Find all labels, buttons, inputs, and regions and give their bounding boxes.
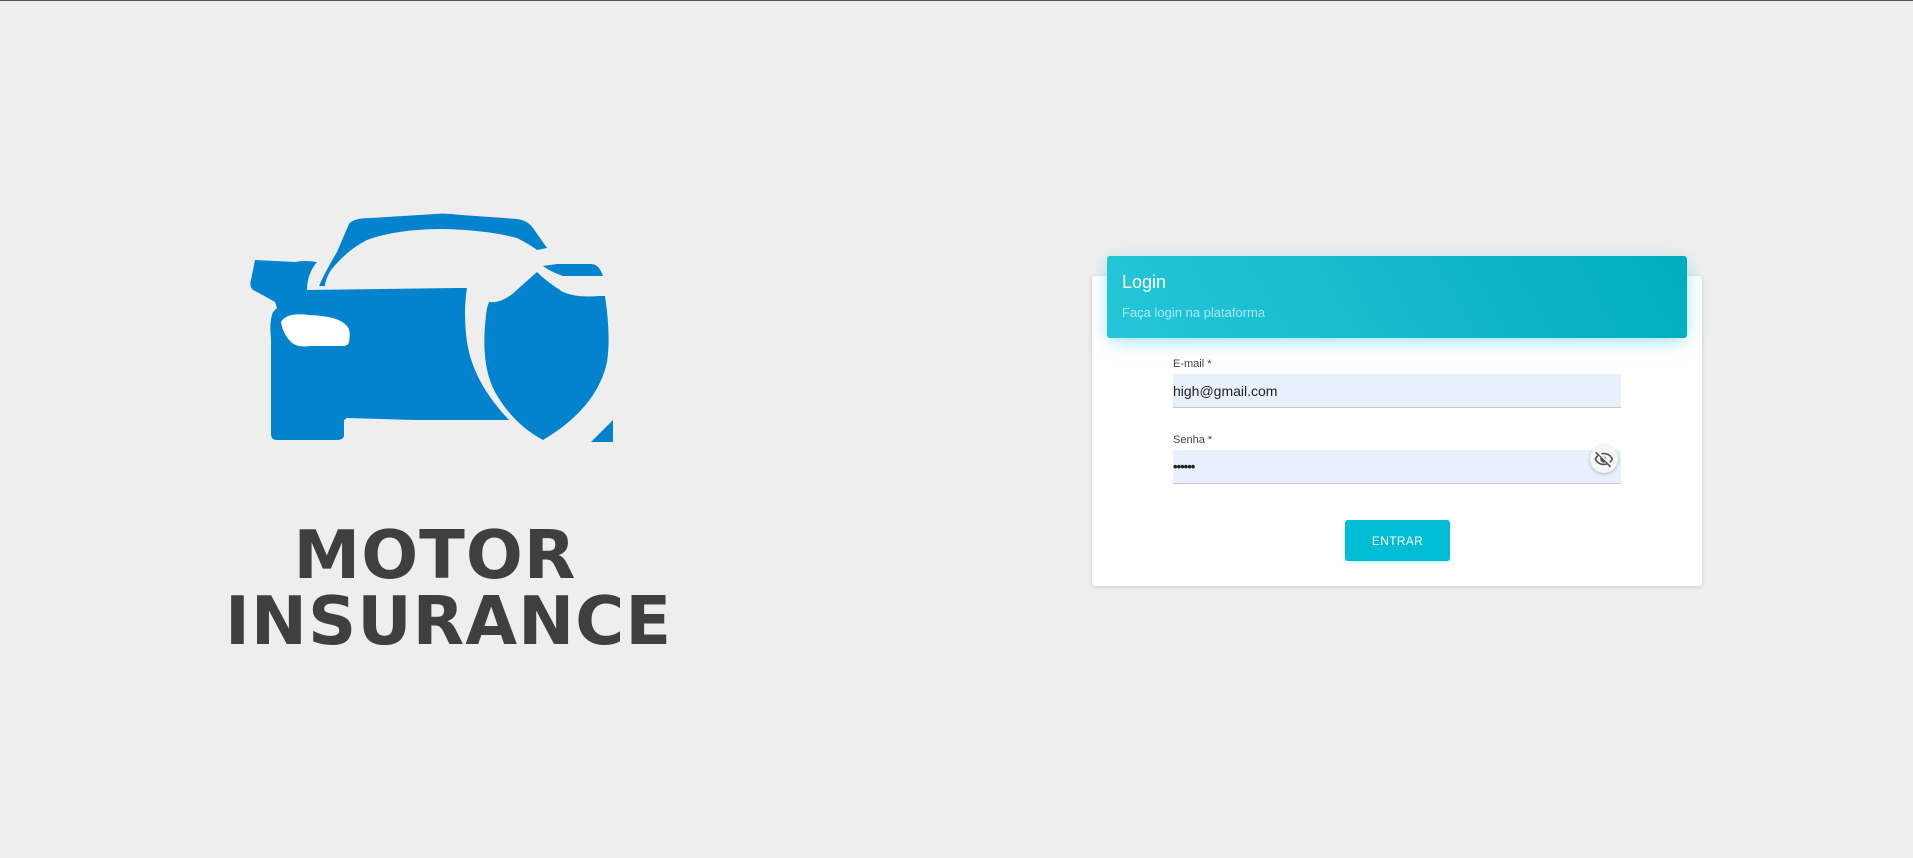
login-subtitle: Faça login na plataforma — [1122, 305, 1266, 320]
car-shield-icon — [250, 213, 613, 442]
login-title: Login — [1122, 272, 1167, 292]
email-field[interactable] — [1173, 374, 1621, 408]
email-label: E-mail * — [1173, 358, 1212, 370]
eye-off-icon — [1594, 451, 1614, 468]
login-card-header: Login Faça login na plataforma — [1107, 256, 1687, 338]
password-field[interactable]: •••••• — [1173, 450, 1621, 484]
brand-line-motor: MOTOR — [293, 516, 577, 594]
toggle-password-visibility-button[interactable] — [1590, 445, 1618, 473]
brand-area: MOTOR INSURANCE — [225, 210, 673, 660]
password-label: Senha * — [1173, 434, 1213, 446]
top-border — [0, 0, 1913, 1]
brand-line-insurance: INSURANCE — [225, 582, 673, 660]
login-submit-button[interactable]: ENTRAR — [1345, 520, 1450, 561]
brand-name: MOTOR INSURANCE — [225, 516, 673, 660]
